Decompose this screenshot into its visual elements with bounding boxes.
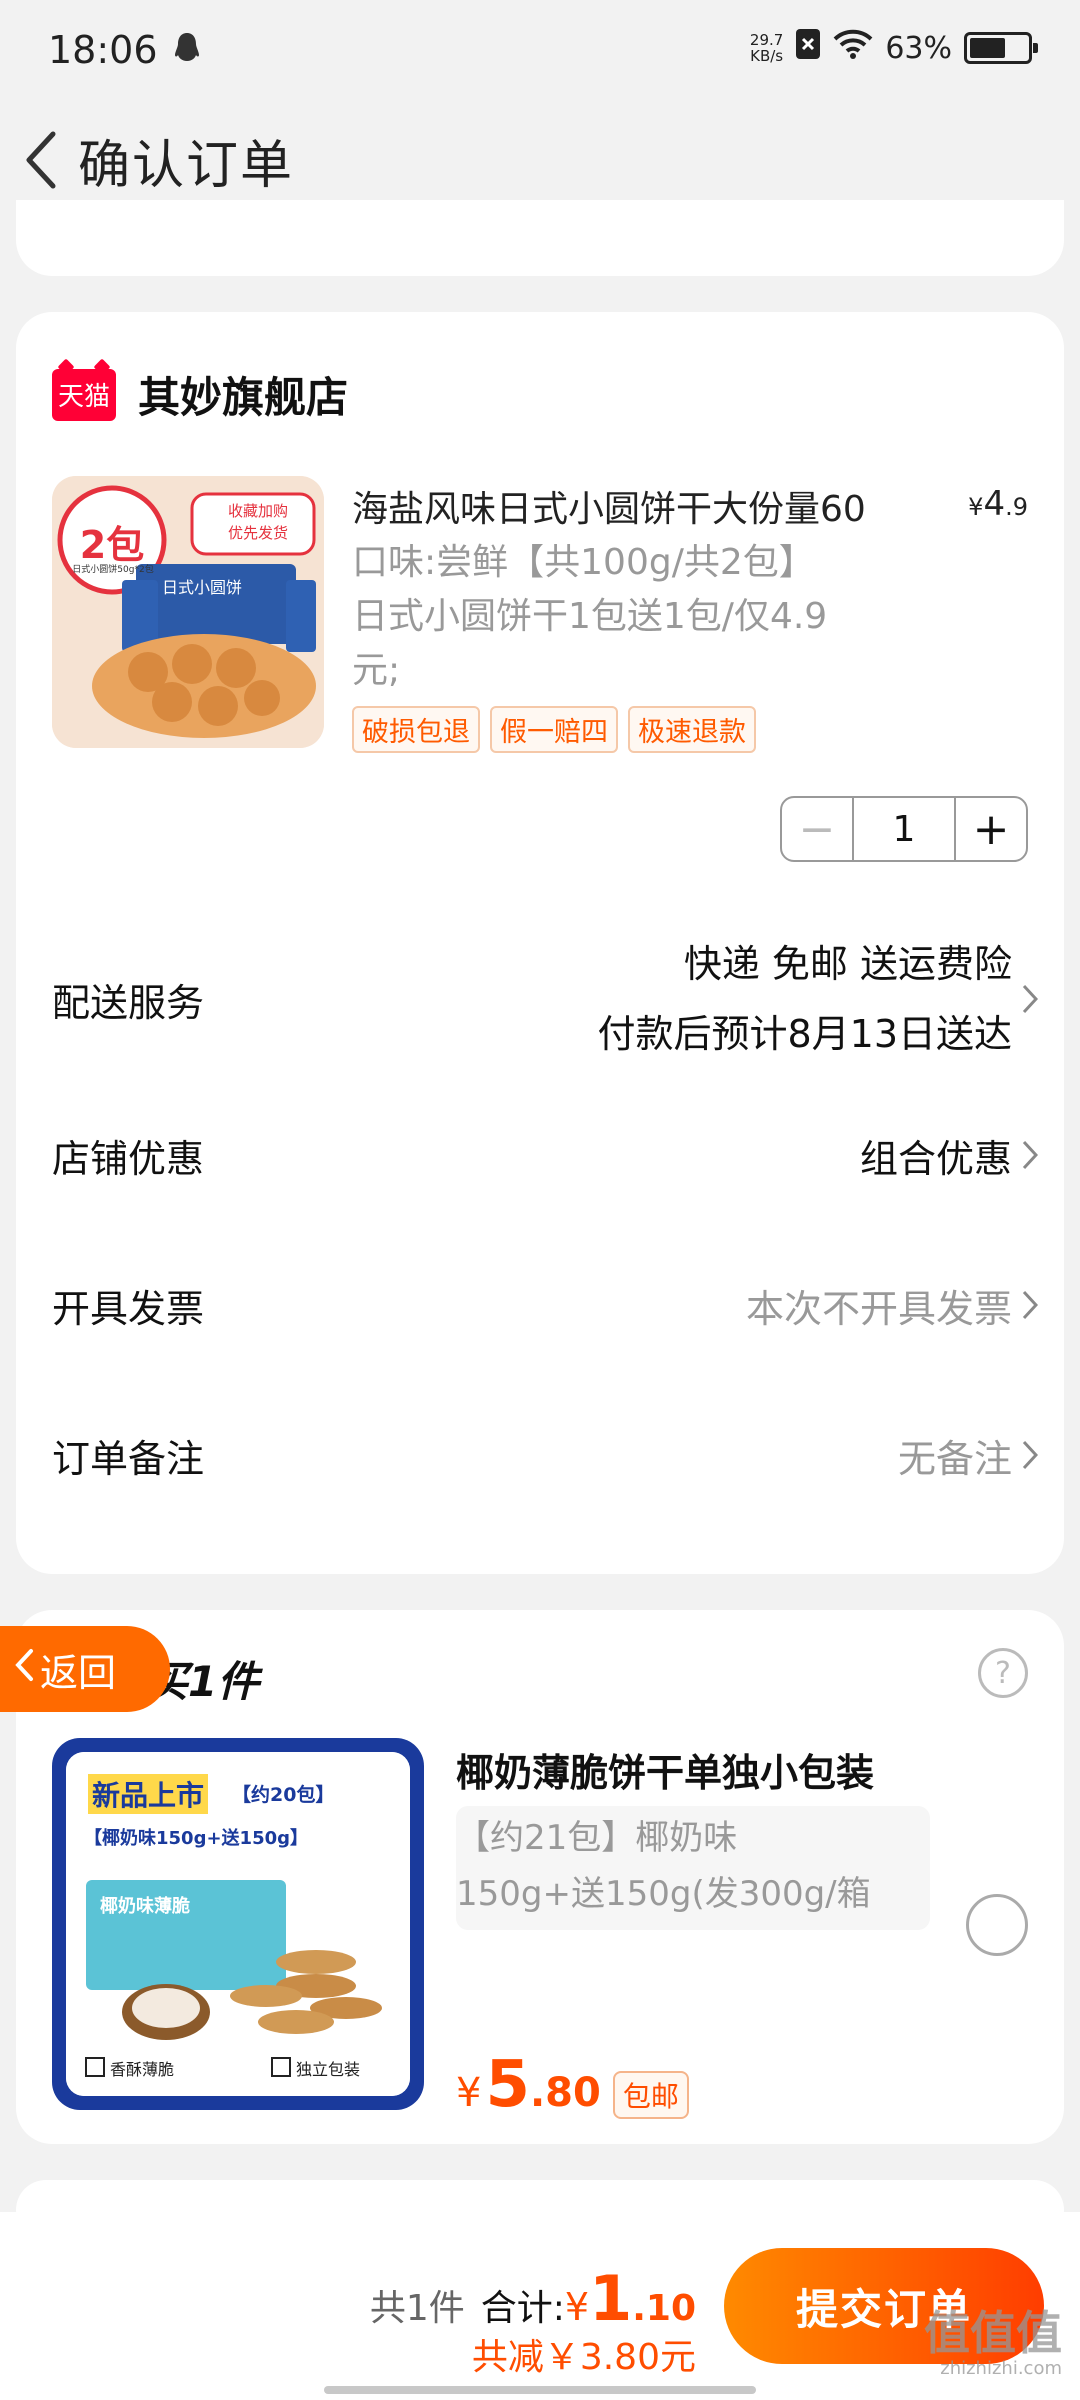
status-bar: 18:06 29.7 KB/s 63% [0,0,1080,100]
product-image[interactable]: 2包 日式小圆饼50g*2包 收藏加购 优先发货 日式小圆饼 [52,476,324,748]
product-image-caption: 日式小圆饼50g*2包 [72,565,154,575]
rec-image-check-1: 香酥薄脆 [110,2060,175,2079]
qq-penguin-icon [172,31,202,69]
recommendation-title[interactable]: 椰奶薄脆饼干单独小包装 [456,1742,874,1797]
total-label: 合计: [480,2288,565,2329]
product-image-box-label: 日式小圆饼 [162,578,243,597]
battery-percent: 63% [885,30,952,66]
product-image-banner-2: 优先发货 [228,524,289,542]
delivery-service-label: 配送服务 [52,980,205,1025]
rec-image-box: 椰奶味薄脆 [100,1896,190,1917]
floating-back-label: 返回 [40,1650,117,1695]
recommendation-spec[interactable]: 【约21包】椰奶味 150g+送150g(发300g/箱 [456,1806,930,1930]
address-card-remnant [16,200,1064,276]
rec-image-headline: 新品上市 [88,1774,209,1814]
help-icon[interactable]: ? [978,1648,1028,1698]
net-speed: 29.7 KB/s [749,31,784,65]
quantity-stepper: − 1 + [780,796,1028,862]
rec-image-check-2: 独立包装 [296,2060,361,2079]
home-indicator[interactable] [324,2386,756,2394]
service-tag: 假一赔四 [490,706,618,753]
sim-none-icon [795,28,821,68]
store-discount-row[interactable]: 店铺优惠 组合优惠 [52,1120,1044,1190]
order-note-row[interactable]: 订单备注 无备注 [52,1420,1044,1490]
product-title[interactable]: 海盐风味日式小圆饼干大份量60 [352,480,952,532]
order-note-label: 订单备注 [52,1436,205,1481]
battery-icon [964,32,1038,64]
store-name: 其妙旗舰店 [138,373,349,422]
recommendation-price: ¥ 5 .80 包邮 [456,2048,689,2122]
delivery-service-row[interactable]: 配送服务 快递 免邮 送运费险 付款后预计8月13日送达 [52,934,1044,1064]
status-right: 29.7 KB/s 63% [749,28,1038,68]
tmall-logo-icon: 天猫 [52,368,116,421]
product-image-banner-1: 收藏加购 [228,502,289,520]
delivery-service-value: 快递 免邮 送运费险 付款后预计8月13日送达 [597,942,1012,1056]
wifi-icon [833,29,873,67]
store-header[interactable]: 天猫 其妙旗舰店 [52,364,348,425]
invoice-label: 开具发票 [52,1286,205,1331]
decrease-quantity-button[interactable]: − [782,798,854,860]
status-time: 18:06 [48,28,158,72]
floating-back-button[interactable]: 返回 [0,1626,170,1712]
quantity-value[interactable]: 1 [854,798,954,860]
invoice-value: 本次不开具发票 [745,1286,1012,1331]
service-tags: 破损包退 假一赔四 极速退款 [352,706,756,753]
recommendation-card: 买1件 ? 新品上市 【约20包】 【椰奶味150g+送150g】 椰奶味薄脆 … [16,1610,1064,2144]
item-count: 共1件 [369,2288,465,2329]
rec-image-sub: 【约20包】 [232,1784,335,1806]
increase-quantity-button[interactable]: + [954,798,1026,860]
store-discount-label: 店铺优惠 [52,1136,205,1181]
invoice-row[interactable]: 开具发票 本次不开具发票 [52,1270,1044,1340]
watermark: 值值值 zhizhizhi.com [924,2306,1062,2379]
back-chevron-icon [14,1647,34,1691]
back-arrow-icon[interactable] [10,120,70,200]
store-order-card: 天猫 其妙旗舰店 2包 日式小圆饼50g*2包 收藏加购 优先发货 日式小圆饼 … [16,312,1064,1574]
discount-total: 共减￥3.80元 [471,2337,696,2378]
checkout-bar: 共1件 合计: ¥ 1 .10 共减￥3.80元 提交订单 值值值 zhizhi… [0,2212,1080,2400]
service-tag: 破损包退 [352,706,480,753]
product-image-count: 2包 [79,523,145,567]
order-total: 共1件 合计: ¥ 1 .10 [370,2262,696,2335]
total-price: ¥ 1 .10 [564,2262,696,2335]
order-note-value: 无备注 [897,1436,1012,1481]
product-price: ¥4.9 [968,484,1028,524]
page-header: 确认订单 [0,110,1080,210]
chevron-right-icon [1022,1290,1044,1320]
rec-image-promo: 【椰奶味150g+送150g】 [84,1828,308,1849]
page-title: 确认订单 [78,135,295,196]
chevron-right-icon [1022,1440,1044,1470]
service-tag: 极速退款 [628,706,756,753]
chevron-right-icon [1022,1140,1044,1170]
recommendation-product-image[interactable]: 新品上市 【约20包】 【椰奶味150g+送150g】 椰奶味薄脆 香酥薄脆 独… [52,1738,424,2110]
store-discount-value: 组合优惠 [859,1136,1012,1181]
free-shipping-badge: 包邮 [612,2071,689,2119]
recommendation-select-radio[interactable] [966,1894,1028,1956]
product-spec[interactable]: 口味:尝鲜【共100g/共2包】 日式小圆饼干1包送1包/仅4.9 元; [352,536,912,698]
chevron-right-icon [1022,984,1044,1014]
